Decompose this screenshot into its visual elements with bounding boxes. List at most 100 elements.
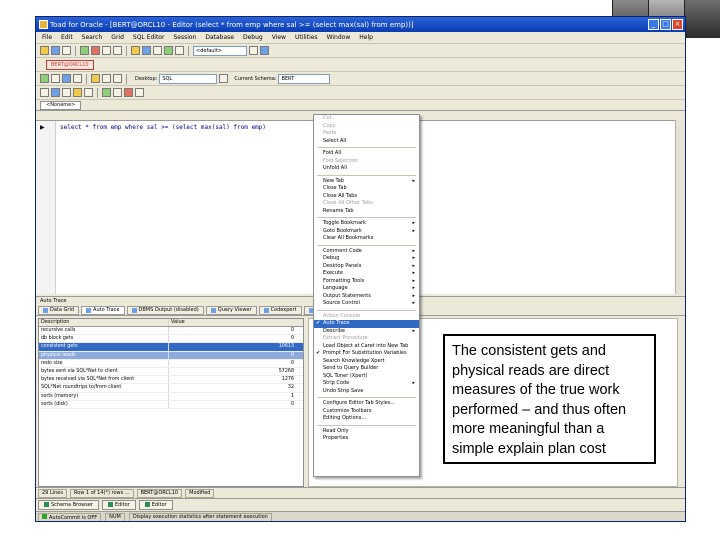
run-icon[interactable] — [40, 74, 49, 83]
menu-session[interactable]: Session — [173, 34, 196, 41]
current-schema-combo[interactable]: BERT — [278, 73, 331, 84]
context-item-goto-bookmark[interactable]: Goto Bookmark — [314, 228, 419, 236]
context-item-send-to-query-builder[interactable]: Send to Query Builder — [314, 365, 419, 373]
indent-icon[interactable] — [51, 88, 60, 97]
open-icon[interactable] — [51, 46, 60, 55]
menu-file[interactable]: File — [42, 34, 52, 41]
context-item-output-statements[interactable]: Output Statements — [314, 293, 419, 301]
context-item-strip-code[interactable]: Strip Code — [314, 380, 419, 388]
context-item-auto-trace[interactable]: ✔ Auto Trace — [314, 320, 419, 328]
execute-icon[interactable] — [80, 46, 89, 55]
column-description[interactable]: Description — [39, 319, 169, 326]
column-value[interactable]: Value — [169, 319, 297, 326]
table-row[interactable]: db block gets 0 — [39, 335, 303, 344]
run-script-icon[interactable] — [51, 74, 60, 83]
sql-editor-icon[interactable] — [142, 46, 151, 55]
desktop-combo[interactable]: SQL — [159, 73, 218, 84]
window-button-editor[interactable]: Editor — [138, 499, 173, 510]
context-item-sql-tuner-xpert[interactable]: SQL Tuner (Xpert) — [314, 373, 419, 381]
window-button-editor[interactable]: Editor — [101, 499, 136, 510]
context-item-unfold-all[interactable]: Unfold All — [314, 165, 419, 173]
context-item-source-control[interactable]: Source Control — [314, 300, 419, 308]
context-item-fold-all[interactable]: Fold All — [314, 150, 419, 158]
table-row[interactable]: physical reads 0 — [39, 351, 303, 360]
schema-combo[interactable]: <default> — [193, 45, 247, 56]
menu-database[interactable]: Database — [205, 34, 234, 41]
clear-icon[interactable] — [124, 88, 133, 97]
context-item-read-only[interactable]: Read Only — [314, 428, 419, 436]
context-item-select-all[interactable]: Select All — [314, 138, 419, 146]
table-row[interactable]: sorts (memory) 1 — [39, 392, 303, 401]
trace-icon[interactable] — [73, 74, 82, 83]
connection-tab[interactable]: BERT@ORCL10 — [46, 59, 94, 70]
close-button[interactable]: × — [672, 19, 683, 30]
uncomment-icon[interactable] — [84, 88, 93, 97]
context-item-prompt-for-substitution-variables[interactable]: ✔ Prompt For Substitution Variables — [314, 350, 419, 358]
menu-edit[interactable]: Edit — [61, 34, 73, 41]
window-button-schema-browser[interactable]: Schema Browser — [38, 499, 99, 510]
context-item-debug[interactable]: Debug — [314, 255, 419, 263]
rollback-icon[interactable] — [113, 46, 122, 55]
context-item-customize-toolbars[interactable]: Customize Toolbars — [314, 408, 419, 416]
context-item-editing-options[interactable]: Editing Options... — [314, 415, 419, 423]
table-row[interactable]: consistent gets 10613 — [39, 343, 303, 352]
menu-grid[interactable]: Grid — [111, 34, 124, 41]
context-item-clear-all-bookmarks[interactable]: Clear All Bookmarks — [314, 235, 419, 243]
context-item-close-tab[interactable]: Close Tab — [314, 185, 419, 193]
menu-search[interactable]: Search — [82, 34, 103, 41]
tab-codexpert[interactable]: Codexpert — [258, 305, 302, 315]
minimize-button[interactable]: _ — [648, 19, 659, 30]
tab-dbms-output-disabled[interactable]: DBMS Output (disabled) — [126, 305, 204, 315]
context-item-undo-strip-save[interactable]: Undo Strip Save — [314, 388, 419, 396]
table-row[interactable]: SQL*Net roundtrips to/from client 32 — [39, 384, 303, 393]
context-item-toggle-bookmark[interactable]: Toggle Bookmark — [314, 220, 419, 228]
bookmark-icon[interactable] — [91, 74, 100, 83]
context-item-execute[interactable]: Execute — [314, 270, 419, 278]
menu-window[interactable]: Window — [327, 34, 351, 41]
undo-icon[interactable] — [102, 74, 111, 83]
tab-noname[interactable]: <Noname> — [40, 100, 82, 110]
context-item-configure-editor-tab-styles[interactable]: Configure Editor Tab Styles... — [314, 400, 419, 408]
context-item-formatting-tools[interactable]: Formatting Tools — [314, 278, 419, 286]
maximize-button[interactable]: □ — [660, 19, 671, 30]
context-item-language[interactable]: Language — [314, 285, 419, 293]
tab-data-grid[interactable]: Data Grid — [38, 305, 80, 315]
schema-browser-icon[interactable] — [131, 46, 140, 55]
redo-icon[interactable] — [113, 74, 122, 83]
context-item-close-all-tabs[interactable]: Close All Tabs — [314, 193, 419, 201]
find-icon[interactable] — [102, 88, 111, 97]
session-browser-icon[interactable] — [164, 46, 173, 55]
desktop-save-icon[interactable] — [219, 74, 229, 83]
menu-help[interactable]: Help — [359, 34, 373, 41]
tab-auto-trace[interactable]: Auto Trace — [81, 305, 125, 315]
context-item-rename-tab[interactable]: Rename Tab — [314, 208, 419, 216]
help-icon[interactable] — [260, 46, 269, 55]
tool-icon[interactable] — [175, 46, 184, 55]
menu-sql-editor[interactable]: SQL Editor — [133, 34, 165, 41]
table-row[interactable]: recursive calls 0 — [39, 327, 303, 336]
commit-icon[interactable] — [102, 46, 111, 55]
new-icon[interactable] — [40, 46, 49, 55]
menu-utilities[interactable]: Utilities — [295, 34, 318, 41]
context-item-new-tab[interactable]: New Tab — [314, 178, 419, 186]
editor-scrollbar[interactable] — [675, 120, 685, 294]
tab-query-viewer[interactable]: Query Viewer — [205, 305, 257, 315]
context-item-search-knowledge-xpert[interactable]: Search Knowledge Xpert — [314, 358, 419, 366]
outdent-icon[interactable] — [62, 88, 71, 97]
table-row[interactable]: bytes sent via SQL*Net to client 57268 — [39, 367, 303, 377]
case-icon[interactable] — [135, 88, 144, 97]
refresh-icon[interactable] — [249, 46, 258, 55]
procedure-editor-icon[interactable] — [153, 46, 162, 55]
menu-debug[interactable]: Debug — [243, 34, 263, 41]
replace-icon[interactable] — [113, 88, 122, 97]
context-item-desktop-panels[interactable]: Desktop Panels — [314, 263, 419, 271]
menu-view[interactable]: View — [272, 34, 286, 41]
table-row[interactable]: sorts (disk) 0 — [39, 400, 303, 409]
table-row[interactable]: bytes received via SQL*Net from client 12… — [39, 376, 303, 385]
save-icon[interactable] — [62, 46, 71, 55]
explain-plan-icon[interactable] — [62, 74, 71, 83]
context-item-load-object-at-caret-into-new-tab[interactable]: Load Object at Caret into New Tab — [314, 343, 419, 351]
context-item-properties[interactable]: Properties — [314, 435, 419, 443]
format-icon[interactable] — [40, 88, 49, 97]
comment-icon[interactable] — [73, 88, 82, 97]
